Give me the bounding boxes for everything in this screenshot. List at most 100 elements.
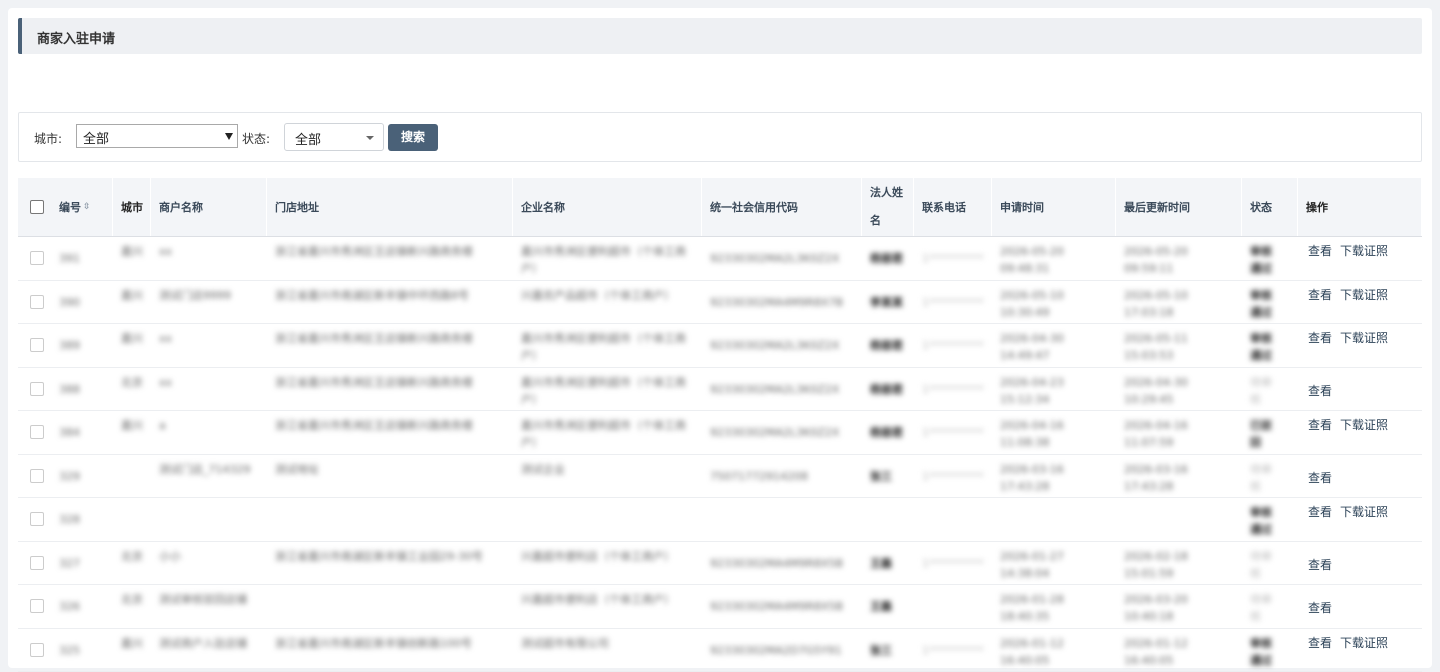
city-select-value: 全部 <box>83 132 109 147</box>
view-link[interactable]: 查看 <box>1308 244 1332 258</box>
cell-address <box>267 585 503 627</box>
header-address: 门店地址 <box>267 178 513 236</box>
header-company: 企业名称 <box>513 178 702 236</box>
view-link[interactable]: 查看 <box>1308 558 1332 572</box>
cell-address: 浙江省嘉兴市南湖区新丰镇工业园29-30号 <box>267 542 503 584</box>
cell-city: 嘉兴 <box>113 411 143 453</box>
cell-phone: 1********** <box>914 237 986 279</box>
cell-phone: 1********** <box>914 324 986 366</box>
cell-code: 92330302MA2L3K0Z2X <box>702 324 860 366</box>
cell-status: 待审核 <box>1242 585 1282 627</box>
page-title-bar: 商家入驻申请 <box>18 18 1422 54</box>
cell-code: 75071772914208 <box>702 455 860 497</box>
cell-phone: 1********** <box>914 542 986 584</box>
row-checkbox[interactable] <box>30 512 44 526</box>
view-link[interactable]: 查看 <box>1308 505 1332 519</box>
cell-phone: 1********** <box>914 281 986 323</box>
cell-apply: 2026-05-20 09:48:31 <box>992 237 1082 279</box>
view-link[interactable]: 查看 <box>1308 636 1332 650</box>
cell-update: 2026-03-16 17:43:28 <box>1116 455 1206 497</box>
cell-code: 92330302MA4M9R8X5B <box>702 542 860 584</box>
cell-update: 2026-05-11 15:03:53 <box>1116 324 1206 366</box>
cell-legal: 杨丽君 <box>862 324 912 366</box>
cell-address: 测试地址 <box>267 455 503 497</box>
row-checkbox[interactable] <box>30 556 44 570</box>
header-credit-code: 统一社会信用代码 <box>702 178 862 236</box>
row-checkbox[interactable] <box>30 425 44 439</box>
download-license-link[interactable]: 下载证照 <box>1340 636 1388 650</box>
download-license-link[interactable]: 下载证照 <box>1340 505 1388 519</box>
row-checkbox[interactable] <box>30 599 44 613</box>
table-row: 325嘉兴测试商户入驻店铺浙江省嘉兴市南湖区新丰镇创新路100号测试超市有限公司… <box>18 629 1422 672</box>
row-actions: 查看下载证照 <box>1308 324 1396 346</box>
cell-apply: 2026-05-10 10:30:49 <box>992 281 1082 323</box>
cell-update: 2026-05-10 17:03:18 <box>1116 281 1206 323</box>
cell-phone: 1********** <box>914 411 986 453</box>
cell-company: 测试企业 <box>513 455 693 497</box>
cell-merchant: 测试门店9999 <box>151 281 261 323</box>
cell-status: 已驳回 <box>1242 411 1282 453</box>
cell-city: 北京 <box>113 368 143 410</box>
cell-legal: 王磊 <box>862 585 912 627</box>
table-row: 328审核通过查看下载证照 <box>18 498 1422 542</box>
download-license-link[interactable]: 下载证照 <box>1340 331 1388 345</box>
row-actions: 查看 <box>1308 542 1340 573</box>
cell-legal: 杨丽君 <box>862 411 912 453</box>
cell-address: 浙江省嘉兴市秀洲区王店镇新兴路商务楼 <box>267 368 503 410</box>
cell-apply: 2026-04-30 14:49:47 <box>992 324 1082 366</box>
cell-status: 审核通过 <box>1242 237 1282 279</box>
row-actions: 查看 <box>1308 585 1340 616</box>
header-legal-name: 法人姓名 <box>862 178 914 236</box>
table-header: 编号⇳ 城市 商户名称 门店地址 企业名称 统一社会信用代码 法人姓名 联系电话… <box>18 178 1422 237</box>
cell-code <box>702 498 860 540</box>
cell-code: 92330302MA4M9R8X7B <box>702 281 860 323</box>
view-link[interactable]: 查看 <box>1308 601 1332 615</box>
header-phone: 联系电话 <box>914 178 992 236</box>
table-row: 384嘉兴a浙江省嘉兴市秀洲区王店镇新兴路商务楼嘉兴市秀洲区便利超市（个体工商户… <box>18 411 1422 455</box>
city-select[interactable]: 全部 <box>76 124 238 148</box>
cell-update: 2026-04-30 10:29:45 <box>1116 368 1206 410</box>
row-checkbox[interactable] <box>30 295 44 309</box>
cell-update: 2026-02-18 15:01:59 <box>1116 542 1206 584</box>
cell-id: 389 <box>51 324 113 366</box>
view-link[interactable]: 查看 <box>1308 418 1332 432</box>
status-select-value: 全部 <box>295 133 321 148</box>
select-all-checkbox[interactable] <box>30 200 44 214</box>
cell-status: 审核通过 <box>1242 281 1282 323</box>
table-row: 389嘉兴xx浙江省嘉兴市秀洲区王店镇新兴路商务楼嘉兴市秀洲区便利超市（个体工商… <box>18 324 1422 368</box>
cell-address <box>267 498 503 540</box>
view-link[interactable]: 查看 <box>1308 384 1332 398</box>
search-button[interactable]: 搜索 <box>388 124 438 151</box>
cell-status: 待审核 <box>1242 542 1282 584</box>
cell-id: 329 <box>51 455 113 497</box>
row-checkbox[interactable] <box>30 382 44 396</box>
row-checkbox[interactable] <box>30 469 44 483</box>
download-license-link[interactable]: 下载证照 <box>1340 418 1388 432</box>
table-row: 329测试门店_714329测试地址测试企业75071772914208张三1*… <box>18 455 1422 499</box>
view-link[interactable]: 查看 <box>1308 471 1332 485</box>
cell-company <box>513 498 693 540</box>
header-apply-time: 申请时间 <box>992 178 1116 236</box>
cell-phone: 1********** <box>914 455 986 497</box>
table-row: 326北京测试审核驳回店铺兴嘉超市便利店（个体工商户）92330302MA4M9… <box>18 585 1422 629</box>
cell-city: 北京 <box>113 542 143 584</box>
view-link[interactable]: 查看 <box>1308 331 1332 345</box>
cell-apply: 2026-04-23 15:12:34 <box>992 368 1082 410</box>
status-select[interactable]: 全部 <box>284 123 384 151</box>
cell-merchant: a <box>151 411 261 453</box>
page-panel: 商家入驻申请 城市: 全部 状态: 全部 搜索 编号⇳ 城市 商户名称 门店地址… <box>8 8 1432 668</box>
download-license-link[interactable]: 下载证照 <box>1340 244 1388 258</box>
view-link[interactable]: 查看 <box>1308 288 1332 302</box>
cell-company: 兴嘉超市便利店（个体工商户） <box>513 542 693 584</box>
row-checkbox[interactable] <box>30 251 44 265</box>
cell-merchant: 小小 <box>151 542 261 584</box>
header-id[interactable]: 编号⇳ <box>51 178 113 236</box>
sort-icon: ⇳ <box>83 202 91 212</box>
cell-address: 浙江省嘉兴市秀洲区王店镇新兴路商务楼 <box>267 411 503 453</box>
row-checkbox[interactable] <box>30 338 44 352</box>
cell-address: 浙江省嘉兴市秀洲区王店镇新兴路商务楼 <box>267 237 503 279</box>
download-license-link[interactable]: 下载证照 <box>1340 288 1388 302</box>
cell-city: 北京 <box>113 585 143 627</box>
row-actions: 查看 <box>1308 455 1340 486</box>
cell-id: 326 <box>51 585 113 627</box>
